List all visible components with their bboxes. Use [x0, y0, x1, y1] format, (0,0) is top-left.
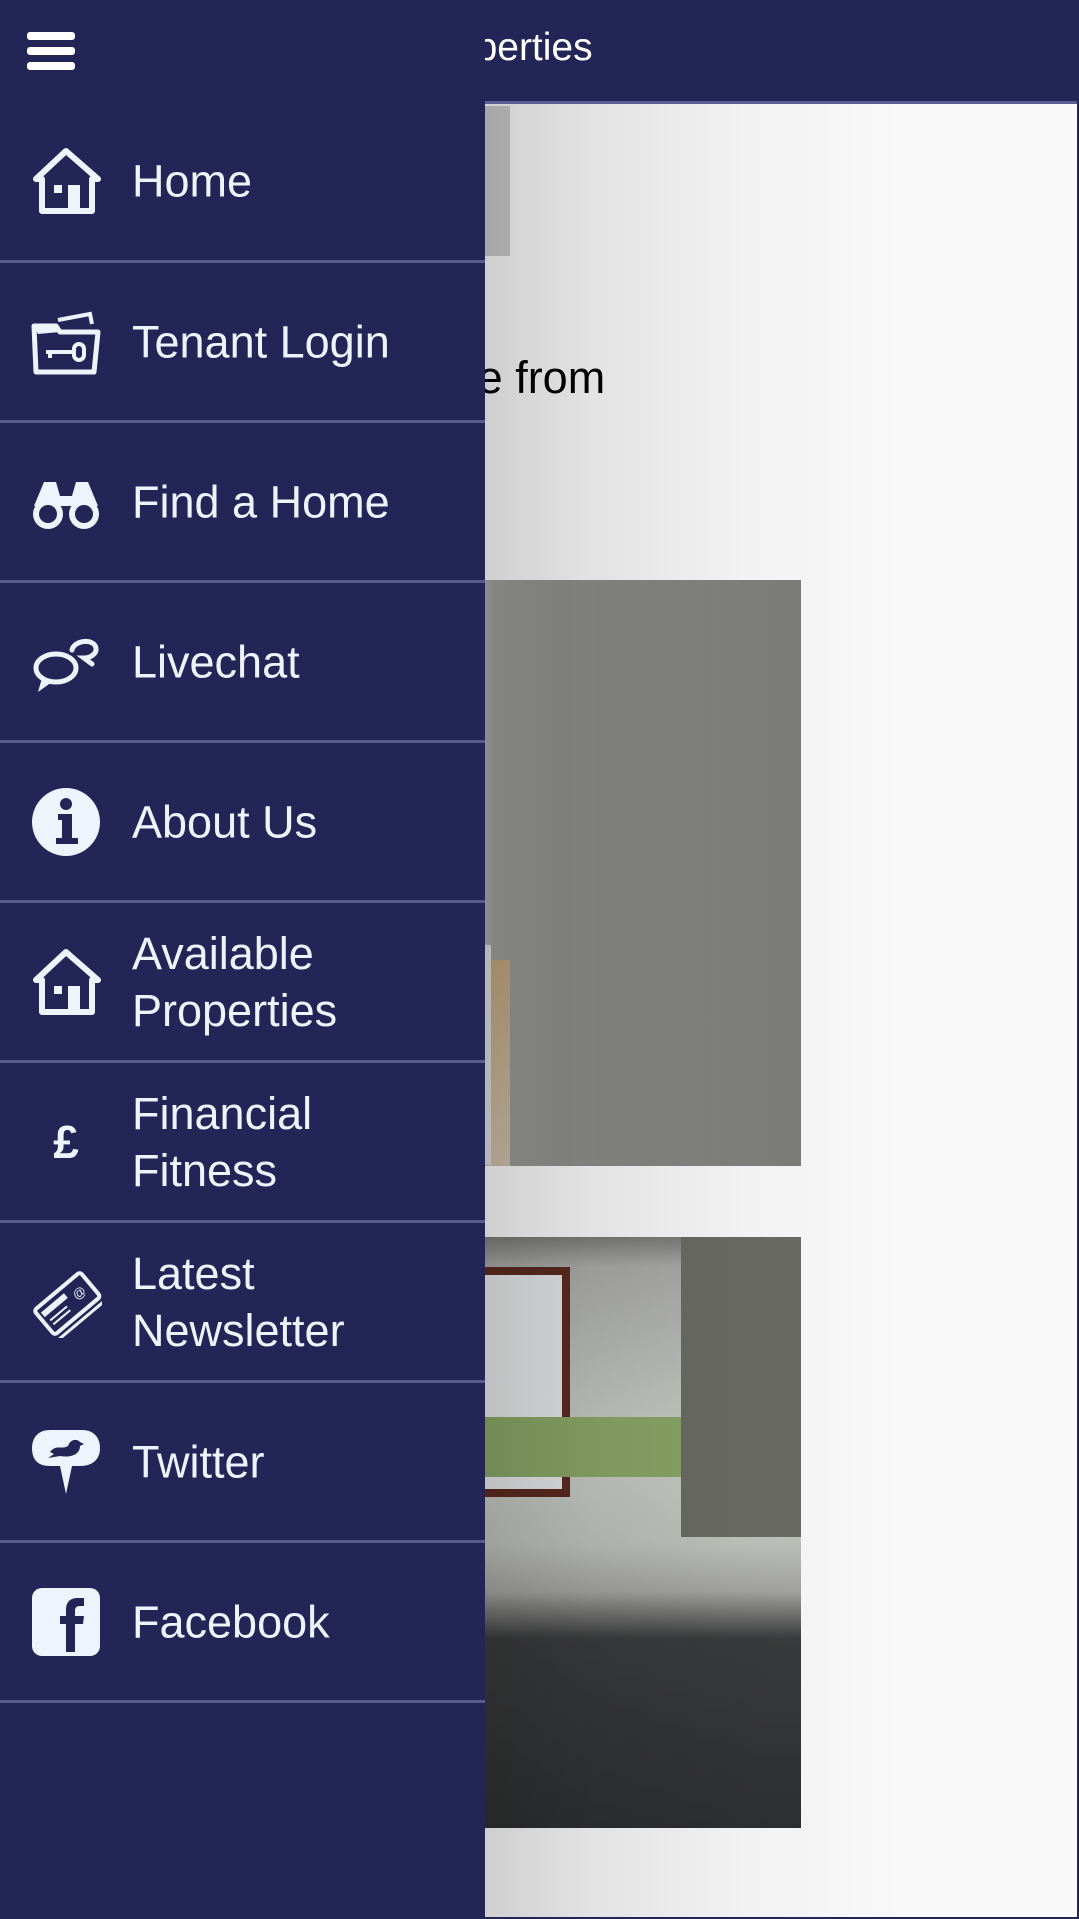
- menu-item-livechat[interactable]: Livechat: [0, 583, 485, 743]
- menu-item-facebook[interactable]: Facebook: [0, 1543, 485, 1703]
- twitter-icon: [30, 1426, 102, 1498]
- menu-item-financial-fitness[interactable]: £ Financial Fitness: [0, 1063, 485, 1223]
- house-icon: [30, 145, 102, 217]
- drawer-header: [0, 0, 485, 102]
- menu-item-label: Twitter: [132, 1436, 265, 1487]
- menu-item-about-us[interactable]: About Us: [0, 743, 485, 903]
- hamburger-icon-bar: [27, 62, 75, 70]
- info-icon: [30, 786, 102, 858]
- menu-item-label: Available Properties: [132, 927, 338, 1036]
- menu-item-home[interactable]: Home: [0, 102, 485, 263]
- menu-item-label: Home: [132, 155, 253, 207]
- hamburger-icon-bar: [27, 32, 75, 40]
- house-icon: [30, 946, 102, 1018]
- menu-item-find-a-home[interactable]: Find a Home: [0, 423, 485, 583]
- menu-item-label: Find a Home: [132, 476, 390, 527]
- menu-item-tenant-login[interactable]: Tenant Login: [0, 263, 485, 423]
- drawer-menu: Home Tenant Login Find a Home Livechat A…: [0, 102, 485, 1703]
- menu-item-label: Financial Fitness: [132, 1087, 313, 1196]
- menu-item-available-properties[interactable]: Available Properties: [0, 903, 485, 1063]
- menu-item-label: Facebook: [132, 1596, 330, 1647]
- hamburger-icon-bar: [27, 47, 75, 55]
- newsletter-icon: @: [30, 1266, 102, 1338]
- menu-item-label: About Us: [132, 796, 318, 847]
- svg-text:@: @: [69, 1282, 89, 1302]
- menu-item-label: Latest Newsletter: [132, 1247, 345, 1356]
- menu-item-latest-newsletter[interactable]: @ Latest Newsletter: [0, 1223, 485, 1383]
- menu-item-twitter[interactable]: Twitter: [0, 1383, 485, 1543]
- facebook-icon: [30, 1586, 102, 1658]
- photo-wall: [681, 1237, 801, 1537]
- menu-item-label: Livechat: [132, 636, 300, 687]
- menu-item-label: Tenant Login: [132, 316, 390, 367]
- binoculars-icon: [30, 466, 102, 538]
- svg-text:£: £: [53, 1116, 79, 1168]
- chat-bubbles-icon: [30, 626, 102, 698]
- pound-icon: £: [30, 1106, 102, 1178]
- hamburger-menu-button[interactable]: [27, 30, 75, 72]
- navigation-drawer: Home Tenant Login Find a Home Livechat A…: [0, 0, 485, 1919]
- key-folder-icon: [30, 306, 102, 378]
